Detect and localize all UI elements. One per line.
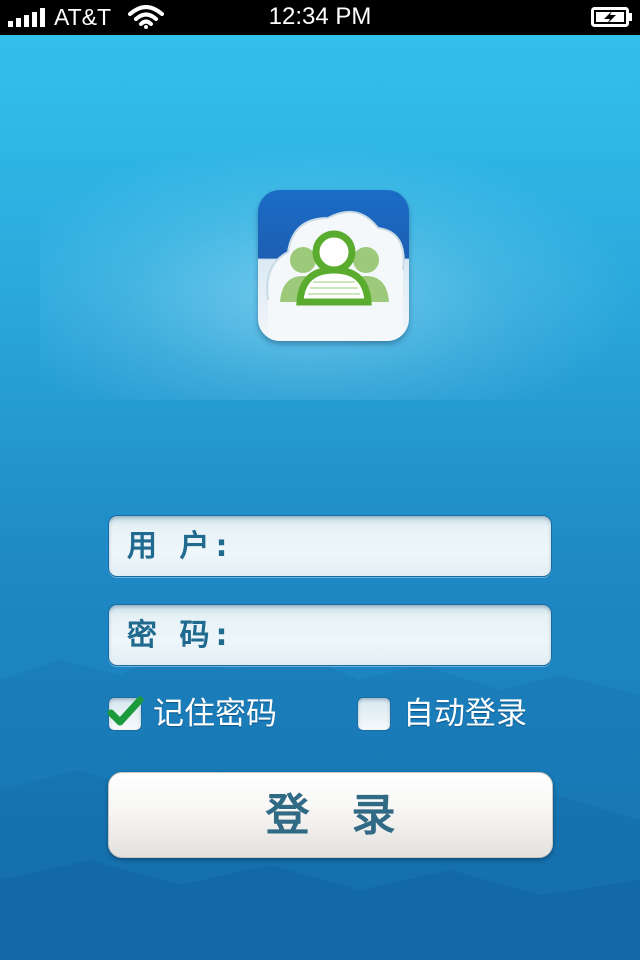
status-time: 12:34 PM [268, 3, 372, 30]
login-button-label: 登录 [265, 790, 438, 841]
remember-password-checkbox[interactable] [107, 696, 144, 731]
password-field[interactable]: 密 码: [108, 604, 552, 666]
password-input[interactable] [227, 615, 541, 657]
remember-password-label[interactable]: 记住密码 [153, 696, 277, 732]
auto-login-label[interactable]: 自动登录 [403, 696, 527, 732]
login-button[interactable]: 登录 [108, 772, 553, 858]
status-bar: AT&T 12:34 PM [0, 0, 640, 35]
username-label: 用 户: [127, 529, 228, 564]
cloud-contacts-logo-icon [258, 190, 409, 341]
username-field[interactable]: 用 户: [108, 515, 552, 577]
login-screen: AT&T 12:34 PM 用 户: 密 码: 记住密码 自动登录 登录 [0, 0, 640, 960]
username-input[interactable] [227, 526, 541, 568]
password-label: 密 码: [127, 618, 228, 653]
auto-login-checkbox[interactable] [357, 697, 391, 731]
battery-charging-icon [591, 7, 632, 27]
checkmark-icon [107, 696, 144, 726]
